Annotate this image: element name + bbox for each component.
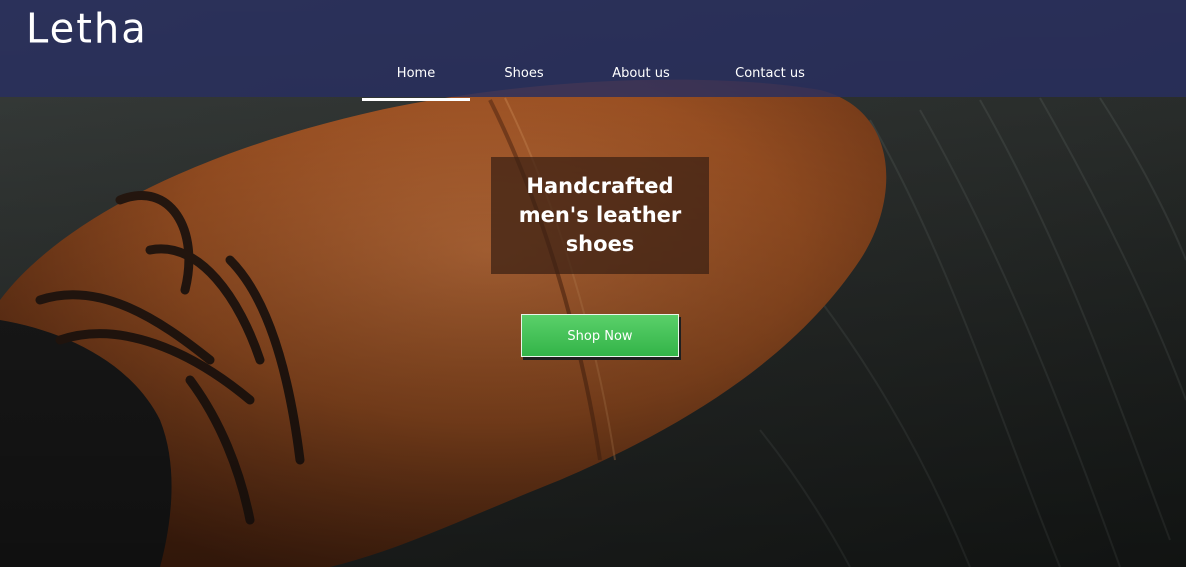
shop-now-button[interactable]: Shop Now [521, 314, 679, 357]
hero-headline: Handcrafted men's leather shoes [518, 174, 682, 256]
headline-box: Handcrafted men's leather shoes [491, 157, 709, 274]
main-nav: Home Shoes About us Contact us [362, 52, 836, 101]
nav-item-about-us[interactable]: About us [578, 52, 704, 98]
nav-item-contact-us[interactable]: Contact us [704, 52, 836, 98]
nav-item-home[interactable]: Home [362, 52, 470, 101]
nav-item-shoes[interactable]: Shoes [470, 52, 578, 98]
site-logo[interactable]: Letha [26, 6, 148, 53]
hero-section: Letha Home Shoes About us Contact us Han… [0, 0, 1186, 567]
top-navbar: Letha Home Shoes About us Contact us [0, 0, 1186, 101]
